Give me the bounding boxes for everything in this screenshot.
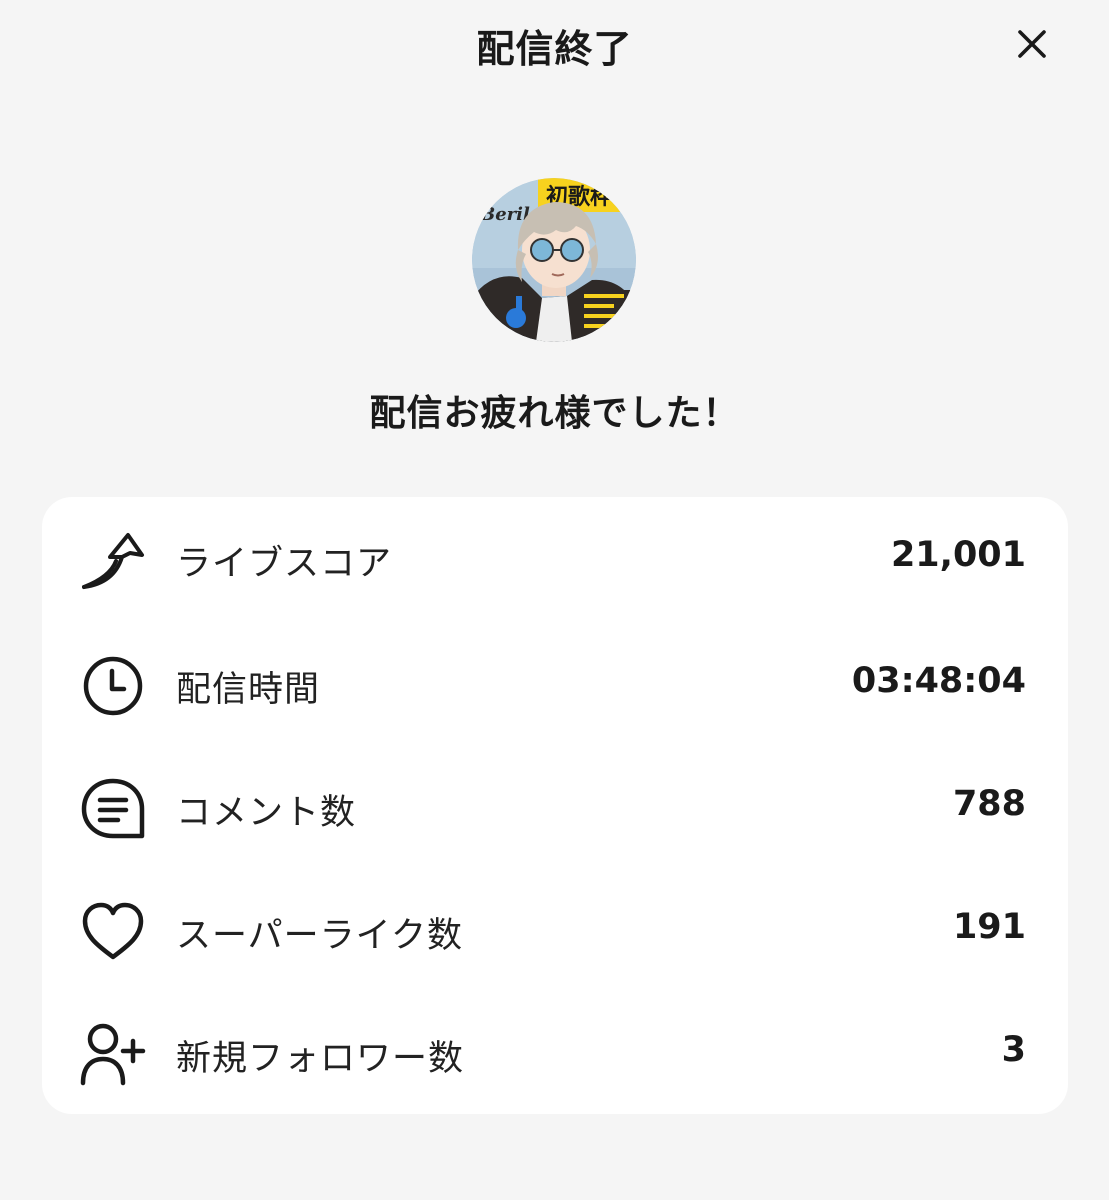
stats-card: ライブスコア 21,001 配信時間 03:48:04 コメント数 788 スー… (42, 497, 1068, 1114)
stat-value: 21,001 (890, 535, 1026, 575)
stat-value: 788 (952, 784, 1026, 824)
close-icon (1018, 30, 1046, 58)
stat-row-new-followers: 新規フォロワー数 3 (42, 1000, 1068, 1100)
comment-bubble-icon (81, 778, 145, 839)
heart-icon (82, 902, 144, 960)
stat-label: コメント数 (176, 793, 357, 833)
stat-row-comments: コメント数 788 (42, 754, 1068, 854)
stat-label: スーパーライク数 (176, 916, 463, 956)
stat-row-super-likes: スーパーライク数 191 (42, 877, 1068, 977)
stat-value: 03:48:04 (851, 661, 1026, 701)
stat-row-duration: 配信時間 03:48:04 (42, 631, 1068, 731)
clock-icon (83, 656, 143, 716)
avatar: 初歌枠 Beril (472, 178, 636, 342)
stat-label: 新規フォロワー数 (176, 1039, 465, 1079)
page-title: 配信終了 (476, 27, 633, 71)
completion-message: 配信お疲れ様でした！ (369, 393, 740, 434)
live-score-arrow-icon (82, 533, 144, 589)
add-user-icon (80, 1023, 146, 1086)
stat-value: 3 (1001, 1030, 1026, 1070)
stat-label: ライブスコア (176, 544, 393, 584)
stat-label: 配信時間 (176, 670, 321, 710)
stat-value: 191 (952, 907, 1026, 947)
avatar-name-text: Beril (479, 204, 530, 225)
close-button[interactable] (1004, 18, 1060, 70)
stat-row-live-score: ライブスコア 21,001 (42, 505, 1068, 605)
header: 配信終了 (0, 0, 1109, 90)
